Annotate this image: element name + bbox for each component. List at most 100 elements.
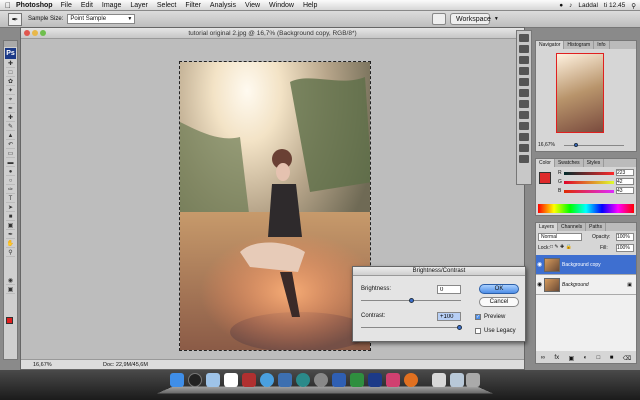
dialog-title[interactable]: Brightness/Contrast [353,267,525,276]
pen-tool-icon[interactable]: ✑ [6,186,15,194]
eyedropper-tool-icon[interactable]: ✒ [8,12,22,26]
document-size[interactable]: Doc: 22,9M/45,6M [103,362,148,368]
tab-histogram[interactable]: Histogram [564,41,595,49]
menu-analysis[interactable]: Analysis [210,2,236,9]
measurement-panel-icon[interactable] [519,144,529,152]
eraser-tool-icon[interactable]: ▭ [6,150,15,158]
marquee-tool-icon[interactable]: □ [6,69,15,77]
color-foreground-swatch[interactable] [539,172,551,184]
menu-filter[interactable]: Filter [185,2,201,9]
photo-booth-icon[interactable] [242,373,256,387]
navigator-zoom[interactable]: 16,67% [538,142,555,148]
tab-info[interactable]: Info [594,41,610,49]
clock[interactable]: ti 12.45 [604,2,625,9]
hand-tool-icon[interactable]: ✋ [6,240,15,248]
cancel-button[interactable]: Cancel [479,297,519,307]
layer-mask-icon[interactable]: ▣ [569,355,575,362]
foreground-color-swatch[interactable] [6,317,13,324]
actions-panel-icon[interactable] [519,45,529,53]
clone-source-panel-icon[interactable] [519,67,529,75]
channel-r-value[interactable]: 223 [616,169,634,176]
documents-folder-icon[interactable] [432,373,446,387]
menu-file[interactable]: File [61,2,72,9]
navigator-zoom-thumb[interactable] [574,143,578,147]
itunes-icon[interactable] [260,373,274,387]
blur-tool-icon[interactable]: ● [6,168,15,176]
brushes-panel-icon[interactable] [519,56,529,64]
zoom-level[interactable]: 16,67% [33,362,83,368]
lasso-tool-icon[interactable]: ✿ [6,78,15,86]
new-layer-icon[interactable]: ■ [610,355,614,361]
contrast-slider-track[interactable] [361,327,461,328]
link-layers-icon[interactable]: ∞ [541,355,545,361]
visibility-eye-icon[interactable]: ◉ [537,281,542,288]
layer-row-background-copy[interactable]: ◉ Background copy [536,255,636,275]
navigator-zoom-slider[interactable] [564,145,624,146]
tab-layers[interactable]: Layers [536,223,559,231]
brush-tool-icon[interactable]: ✎ [6,123,15,131]
opacity-input[interactable]: 100% [616,233,634,241]
window-close-icon[interactable] [24,30,30,36]
zoom-tool-icon[interactable]: ⚲ [6,249,15,257]
preview-checkbox[interactable]: ✓ [475,314,481,320]
menu-select[interactable]: Select [157,2,176,9]
spaces-icon[interactable] [278,373,292,387]
eyedropper-alt-icon[interactable]: ✒ [6,231,15,239]
user-name[interactable]: Laddal [578,2,598,9]
tool-presets-icon[interactable] [519,78,529,86]
animation-panel-icon[interactable] [519,133,529,141]
apple-icon[interactable]:  [0,1,16,10]
shape-tool-icon[interactable]: ■ [6,213,15,221]
trash-dock-icon[interactable] [466,373,480,387]
color-spectrum-bar[interactable] [538,204,634,213]
calendar-icon[interactable] [224,373,238,387]
sample-size-select[interactable]: Point Sample [67,14,136,24]
3d-panel-icon[interactable] [519,155,529,163]
paragraph-panel-icon[interactable] [519,100,529,108]
dodge-tool-icon[interactable]: ○ [6,177,15,185]
quick-mask-icon[interactable]: ◉ [6,277,15,285]
channel-g-value[interactable]: 42 [616,178,634,185]
finder-icon[interactable] [170,373,184,387]
wifi-icon[interactable]: ● [559,2,563,9]
type-tool-icon[interactable]: T [6,195,15,203]
layer-row-background[interactable]: ◉ Background ▣ [536,275,636,295]
tab-swatches[interactable]: Swatches [555,159,584,167]
contrast-slider-thumb[interactable] [457,325,462,330]
paint-app-icon[interactable] [386,373,400,387]
channel-g-slider[interactable] [564,181,614,184]
menu-window[interactable]: Window [269,2,294,9]
firefox-icon[interactable] [404,373,418,387]
system-preferences-icon[interactable] [314,373,328,387]
tab-channels[interactable]: Channels [558,223,587,231]
layer-comps-icon[interactable] [519,111,529,119]
layer-style-icon[interactable]: fx [554,355,559,361]
workspace-button[interactable]: Workspace ▼ [450,13,499,25]
tab-styles[interactable]: Styles [584,159,605,167]
window-zoom-icon[interactable] [40,30,46,36]
mail-icon[interactable] [206,373,220,387]
channel-b-value[interactable]: 43 [616,187,634,194]
channel-r-slider[interactable] [564,172,614,175]
visibility-eye-icon[interactable]: ◉ [537,261,542,268]
document-title[interactable]: tutorial original 2.jpg @ 16,7% (Backgro… [21,28,524,39]
brightness-input[interactable] [437,285,461,294]
notes-tool-icon[interactable]: ▣ [6,222,15,230]
notes-panel-icon[interactable] [519,122,529,130]
time-machine-icon[interactable] [296,373,310,387]
downloads-folder-icon[interactable] [450,373,464,387]
contrast-input[interactable] [437,312,461,321]
window-minimize-icon[interactable] [32,30,38,36]
brightness-slider-thumb[interactable] [409,298,414,303]
document-canvas[interactable] [179,61,371,351]
menu-edit[interactable]: Edit [81,2,93,9]
navigator-thumbnail[interactable] [556,53,604,133]
tab-paths[interactable]: Paths [586,223,606,231]
menu-view[interactable]: View [245,2,260,9]
path-selection-icon[interactable]: ➤ [6,204,15,212]
clone-stamp-icon[interactable]: ▲ [6,132,15,140]
menu-image[interactable]: Image [102,2,121,9]
menu-layer[interactable]: Layer [130,2,148,9]
screen-mode-icon[interactable] [432,13,446,25]
fill-input[interactable]: 100% [616,244,634,252]
